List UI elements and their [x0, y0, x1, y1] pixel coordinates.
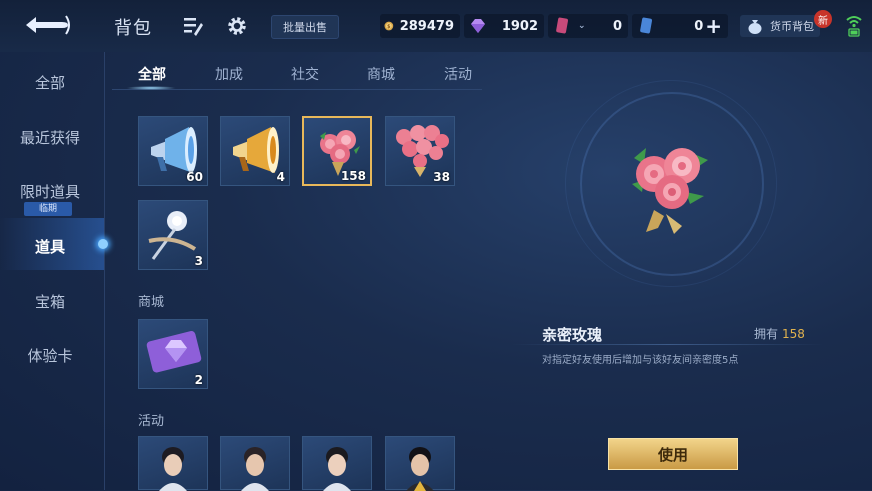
detail-divider [512, 344, 824, 345]
card2-currency: 0 + [632, 14, 728, 38]
currency-wallet-button[interactable]: 货币背包 [740, 15, 820, 37]
item-slot-gold-megaphone[interactable]: 4 [220, 116, 290, 186]
diamond-amount: 1902 [501, 18, 538, 34]
back-arrow-icon[interactable] [22, 12, 74, 38]
item-slot-rose-heart-bouquet[interactable]: 38 [385, 116, 455, 186]
section-mall-title: 商城 [138, 295, 165, 310]
item-count: 4 [276, 170, 285, 184]
card2-amount: 0 [694, 18, 704, 34]
new-badge: 新 [814, 10, 832, 28]
wifi-battery-icon [846, 16, 862, 37]
sidebar-item-trial-cards[interactable]: 体验卡 [0, 345, 100, 366]
red-card-icon [556, 17, 568, 34]
avatar-icon [241, 447, 269, 491]
owned-label: 拥有 [754, 327, 779, 341]
sidebar [0, 52, 105, 490]
item-count: 38 [433, 170, 450, 184]
gold-coin-icon: $ [384, 21, 394, 31]
chevron-down-icon[interactable]: ⌄ [578, 21, 586, 31]
gear-icon[interactable] [226, 15, 248, 37]
owned-count: 拥有 158 [754, 325, 805, 342]
gold-amount: 289479 [399, 18, 454, 34]
item-slot-event-avatar-2[interactable] [220, 436, 290, 491]
avatar-icon [323, 447, 351, 491]
tab-mall[interactable]: 商城 [367, 64, 395, 84]
add-icon[interactable]: + [705, 16, 728, 36]
avatar-icon [159, 447, 187, 491]
tab-social[interactable]: 社交 [291, 64, 319, 84]
item-count: 2 [194, 373, 203, 387]
card1-amount: 0 [612, 18, 622, 34]
avatar-icon [406, 447, 434, 491]
page-title: 背包 [114, 18, 152, 39]
item-slot-blue-megaphone[interactable]: 60 [138, 116, 208, 186]
item-slot-rose-bouquet[interactable]: 158 [302, 116, 372, 186]
tab-active-glow [126, 86, 176, 90]
sidebar-item-chests[interactable]: 宝箱 [0, 291, 100, 312]
gold-currency: $ 289479 [380, 14, 460, 38]
item-count: 60 [186, 170, 203, 184]
item-slot-white-rose[interactable]: 3 [138, 200, 208, 270]
sidebar-item-all[interactable]: 全部 [0, 72, 100, 93]
use-button[interactable]: 使用 [608, 438, 738, 470]
expiring-badge: 临期 [24, 202, 72, 216]
item-name: 亲密玫瑰 [542, 326, 603, 344]
card1-currency: ⌄ 0 [548, 14, 628, 38]
section-event-title: 活动 [138, 414, 165, 429]
diamond-icon [471, 19, 485, 33]
item-slot-event-avatar-4[interactable] [385, 436, 455, 491]
money-bag-icon [748, 20, 762, 34]
blue-card-icon [640, 17, 652, 34]
item-description: 对指定好友使用后增加与该好友间亲密度5点 [542, 355, 739, 366]
item-count: 3 [194, 254, 203, 268]
item-slot-diamond-ticket[interactable]: 2 [138, 319, 208, 389]
batch-sell-button[interactable]: 批量出售 [271, 15, 339, 39]
sidebar-item-recent[interactable]: 最近获得 [0, 127, 100, 148]
diamond-currency: 1902 [464, 14, 544, 38]
sidebar-item-limited[interactable]: 限时道具 [0, 181, 100, 202]
item-slot-event-avatar-3[interactable] [302, 436, 372, 491]
tab-event[interactable]: 活动 [444, 64, 472, 84]
rose-bouquet-large-icon [632, 148, 708, 234]
item-count: 158 [340, 169, 366, 183]
owned-number: 158 [782, 327, 805, 341]
item-slot-event-avatar-1[interactable] [138, 436, 208, 491]
edit-list-icon[interactable] [182, 15, 204, 37]
wallet-label: 货币背包 [770, 20, 814, 33]
sidebar-item-props[interactable]: 道具 [0, 236, 100, 257]
tab-boost[interactable]: 加成 [215, 64, 243, 84]
tab-all[interactable]: 全部 [138, 64, 166, 84]
